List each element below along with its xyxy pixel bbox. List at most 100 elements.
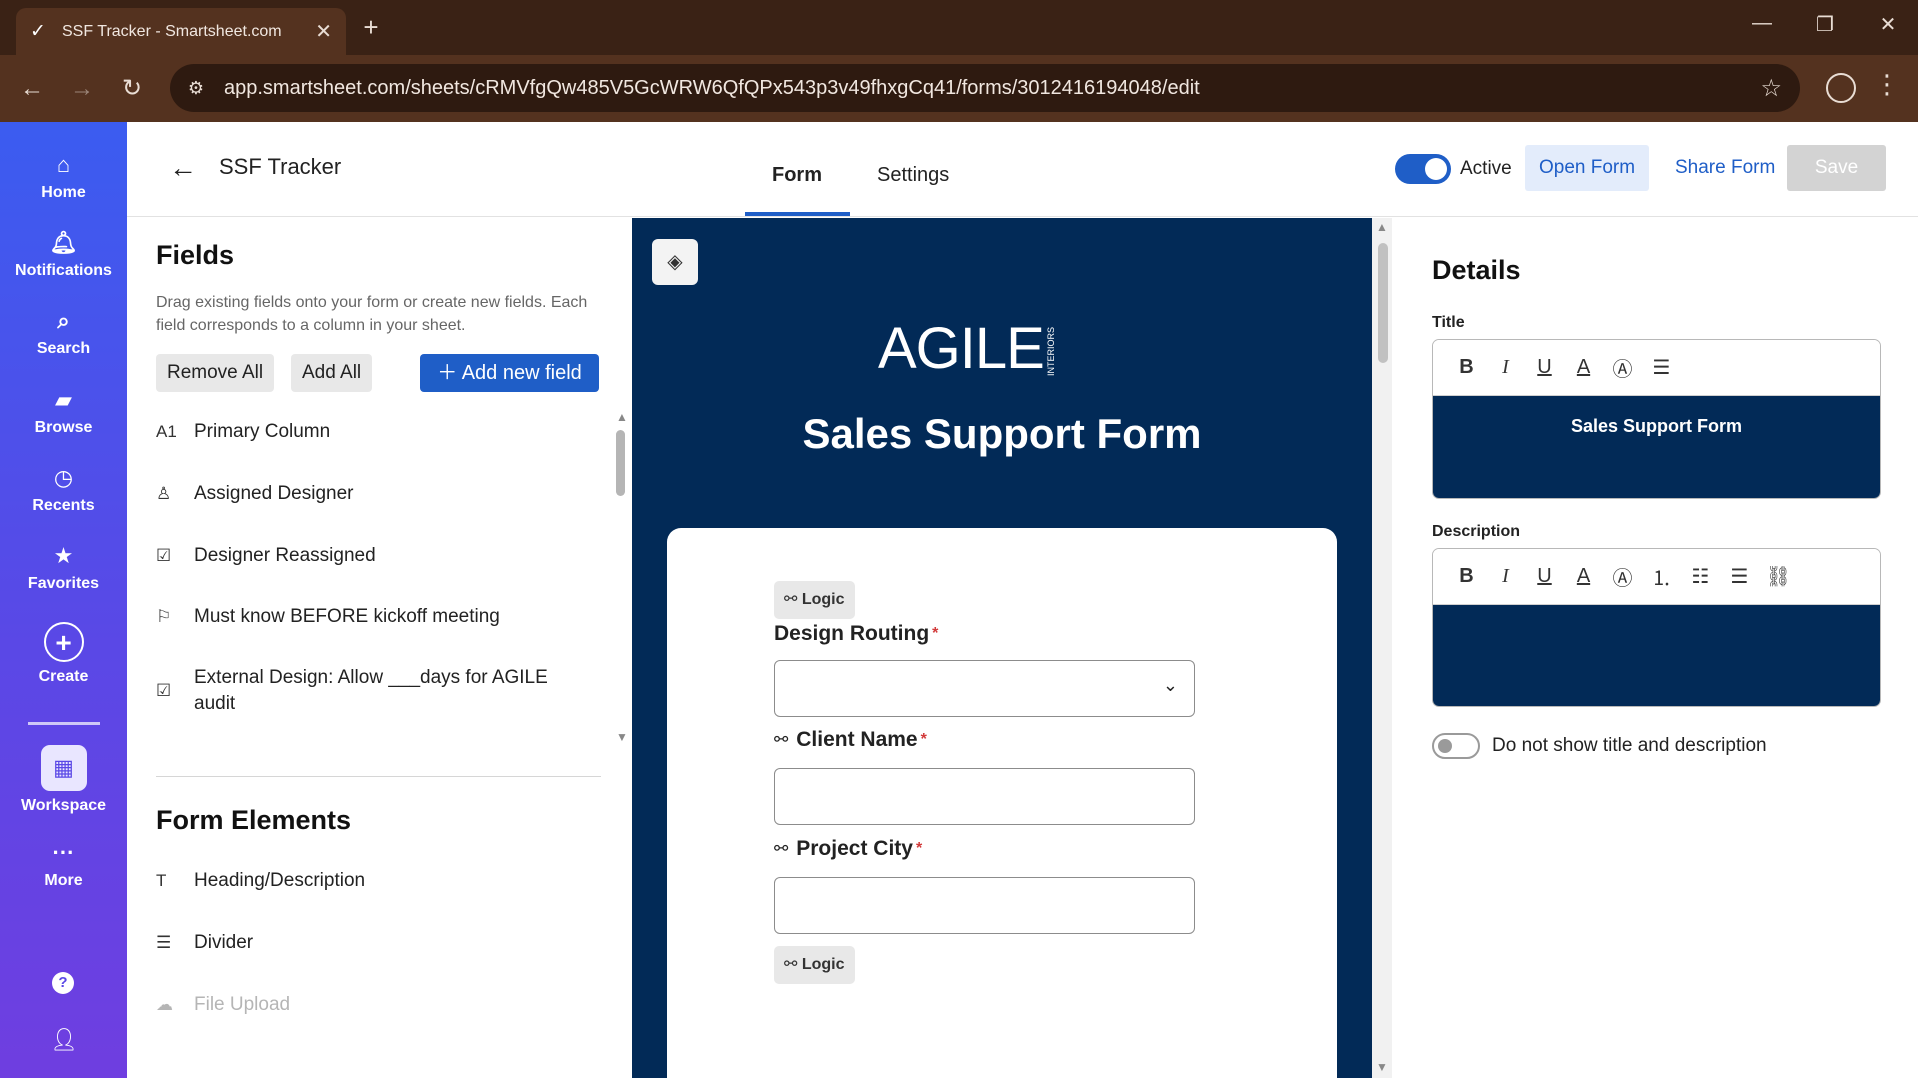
new-tab-button[interactable]: + (355, 11, 387, 43)
nav-search[interactable]: ⌕ Search (0, 308, 127, 358)
form-elements-heading: Form Elements (156, 805, 352, 835)
account-icon[interactable]: 👤︎ (50, 1027, 78, 1053)
scroll-down-icon[interactable]: ▼ (1376, 1060, 1388, 1074)
back-icon[interactable]: ← (15, 72, 49, 106)
nav-favorites[interactable]: ★ Favorites (0, 543, 127, 593)
align-icon[interactable]: ☰ (1720, 564, 1759, 589)
nav-label: Workspace (20, 797, 107, 814)
url-text: app.smartsheet.com/sheets/cRMVfgQw485V5G… (224, 76, 1200, 99)
divider-icon: ☰ (156, 933, 172, 952)
nav-more[interactable]: ··· More (0, 840, 127, 890)
link-icon[interactable]: ⛓ (1759, 564, 1798, 589)
profile-icon[interactable] (1826, 73, 1856, 103)
underline-icon[interactable]: U (1525, 356, 1564, 379)
preview-scroll-thumb[interactable] (1378, 243, 1388, 363)
fields-description: Drag existing fields onto your form or c… (156, 294, 588, 334)
field-label: Must know BEFORE kickoff meeting (194, 606, 500, 627)
text-color-icon[interactable]: A (1564, 356, 1603, 379)
smartsheet-favicon-icon: ✓ (30, 20, 46, 42)
open-form-button[interactable]: Open Form (1525, 145, 1650, 191)
details-panel: Details Title B I U A Ⓐ ☰ Sales Support … (1402, 233, 1902, 1063)
hide-title-label: Do not show title and description (1492, 735, 1767, 756)
nav-workspace[interactable]: ▦ Workspace (0, 745, 127, 815)
add-all-button[interactable]: Add All (291, 354, 373, 392)
minimize-window-icon[interactable]: — (1742, 12, 1782, 35)
client-name-input[interactable] (774, 768, 1195, 825)
add-new-field-button[interactable]: ＋ Add new field (420, 354, 599, 392)
flag-icon: ⚐ (156, 607, 172, 626)
nav-recents[interactable]: ◷ Recents (0, 465, 127, 515)
close-tab-icon[interactable]: ✕ (315, 19, 332, 44)
logic-button[interactable]: ⚯ Logic (774, 946, 855, 984)
close-window-icon[interactable]: ✕ (1868, 12, 1908, 37)
form-card: ⚯ Logic Design Routing * ⌄ ⚯ Client Name * … (667, 528, 1337, 1078)
home-icon: ⌂ (56, 152, 71, 177)
description-editor-content[interactable] (1433, 605, 1880, 706)
branch-icon: ⚯ (784, 591, 802, 608)
nav-notifications[interactable]: 🔔︎ Notifications (0, 230, 127, 280)
nav-home[interactable]: ⌂ Home (0, 152, 127, 202)
field-item[interactable]: A1 Primary Column (156, 419, 586, 445)
tab-form[interactable]: Form (772, 164, 822, 187)
title-editor-content[interactable]: Sales Support Form (1433, 396, 1880, 498)
bold-icon[interactable]: B (1447, 565, 1486, 588)
nav-create[interactable]: + Create (0, 622, 127, 686)
site-settings-icon[interactable]: ⚙ (184, 76, 208, 100)
back-arrow-icon[interactable]: ← (169, 152, 197, 184)
scroll-up-icon[interactable]: ▲ (1376, 220, 1388, 234)
field-item[interactable]: ⚐ Must know BEFORE kickoff meeting (156, 604, 586, 630)
browser-tab-title: SSF Tracker - Smartsheet.com (62, 22, 282, 40)
text-color-icon[interactable]: A (1564, 565, 1603, 588)
save-button[interactable]: Save (1787, 145, 1886, 191)
help-icon[interactable]: ? (52, 972, 74, 994)
scroll-down-icon[interactable]: ▼ (616, 730, 628, 744)
numbered-list-icon[interactable]: ⒈ (1642, 562, 1681, 591)
hide-title-toggle[interactable] (1432, 733, 1480, 759)
form-element-item[interactable]: ☰ Divider (156, 930, 586, 956)
text-number-icon: A1 (156, 422, 177, 441)
forward-icon[interactable]: → (65, 72, 99, 106)
paint-bucket-icon[interactable]: ◈ (652, 239, 698, 285)
required-marker: * (920, 731, 927, 748)
nav-label: Recents (32, 497, 95, 514)
italic-icon[interactable]: I (1486, 356, 1525, 379)
highlight-icon[interactable]: Ⓐ (1603, 353, 1642, 382)
bookmark-star-icon[interactable]: ☆ (1760, 74, 1782, 103)
field-item[interactable]: ☑ External Design: Allow ___days for AGI… (156, 665, 586, 717)
design-routing-dropdown[interactable]: ⌄ (774, 660, 1195, 717)
restore-window-icon[interactable]: ❐ (1805, 12, 1845, 37)
reload-icon[interactable]: ↻ (115, 72, 149, 106)
share-form-button[interactable]: Share Form (1661, 145, 1789, 191)
required-marker: * (932, 625, 939, 642)
field-label: Designer Reassigned (194, 545, 376, 566)
project-city-input[interactable] (774, 877, 1195, 934)
address-bar[interactable]: ⚙ app.smartsheet.com/sheets/cRMVfgQw485V… (170, 64, 1800, 112)
bullet-list-icon[interactable]: ☷ (1681, 564, 1720, 589)
form-active-toggle[interactable] (1395, 154, 1451, 184)
underline-icon[interactable]: U (1525, 565, 1564, 588)
italic-icon[interactable]: I (1486, 565, 1525, 588)
chevron-down-icon: ⌄ (1162, 675, 1178, 695)
browser-tab[interactable]: ✓ SSF Tracker - Smartsheet.com ✕ (16, 8, 346, 55)
title-editor[interactable]: B I U A Ⓐ ☰ Sales Support Form (1432, 339, 1881, 499)
nav-browse[interactable]: ▰ Browse (0, 387, 127, 437)
scroll-up-icon[interactable]: ▲ (616, 410, 628, 424)
tab-settings[interactable]: Settings (877, 164, 949, 187)
bold-icon[interactable]: B (1447, 356, 1486, 379)
description-editor[interactable]: B I U A Ⓐ ⒈ ☷ ☰ ⛓ (1432, 548, 1881, 707)
field-item[interactable]: ☑ Designer Reassigned (156, 543, 586, 569)
fields-scrollbar[interactable] (616, 430, 625, 496)
remove-all-button[interactable]: Remove All (156, 354, 275, 392)
form-element-item[interactable]: T Heading/Description (156, 868, 586, 894)
field-item[interactable]: ♙ Assigned Designer (156, 481, 586, 507)
highlight-icon[interactable]: Ⓐ (1603, 562, 1642, 591)
align-icon[interactable]: ☰ (1642, 355, 1681, 380)
nav-label: Create (38, 668, 89, 685)
preview-scrollbar[interactable]: ▲ ▼ (1372, 218, 1392, 1078)
logic-label: Logic (801, 956, 845, 973)
section-divider (156, 776, 601, 777)
browser-tab-strip: ✓ SSF Tracker - Smartsheet.com ✕ + — ❐ ✕ (0, 0, 1918, 55)
logic-button[interactable]: ⚯ Logic (774, 581, 855, 619)
form-title: Sales Support Form (802, 410, 1202, 457)
browser-menu-icon[interactable]: ⋮ (1874, 69, 1900, 100)
